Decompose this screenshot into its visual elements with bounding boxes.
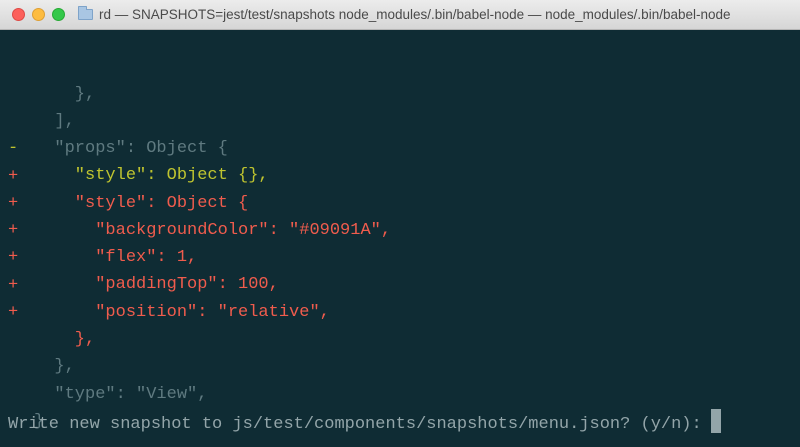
diff-code-added: "paddingTop": 100, xyxy=(34,275,279,294)
diff-line: ], xyxy=(0,54,74,131)
terminal-window: rd — SNAPSHOTS=jest/test/snapshots node_… xyxy=(0,0,800,447)
text-cursor[interactable] xyxy=(710,409,721,433)
zoom-icon[interactable] xyxy=(52,8,65,21)
diff-line-added: + "flex": 1, xyxy=(0,190,197,267)
prompt-text: Write new snapshot to js/test/components… xyxy=(8,415,702,434)
diff-line-removed: - "style": Object {}, xyxy=(0,108,269,185)
diff-code-added: "position": "relative", xyxy=(34,303,330,322)
diff-line-added: + "style": Object { xyxy=(0,136,248,213)
diff-code: "props": Object { xyxy=(34,139,228,158)
snapshot-prompt[interactable]: Write new snapshot to js/test/components… xyxy=(8,409,721,436)
folder-icon xyxy=(78,6,93,20)
diff-code-added: "style": Object { xyxy=(34,194,249,213)
close-icon[interactable] xyxy=(12,8,25,21)
diff-line-added: + "paddingTop": 100, xyxy=(0,217,279,294)
diff-code-removed: "style": Object {}, xyxy=(34,166,269,185)
diff-line-added: + "position": "relative", xyxy=(0,245,330,322)
diff-code-added: "backgroundColor": "#09091A", xyxy=(34,221,392,240)
diff-line: "type": "View", xyxy=(0,327,207,404)
diff-line: "props": Object { xyxy=(0,81,227,158)
terminal-output[interactable]: }, ], "props": Object { - "style": Objec… xyxy=(0,30,800,447)
diff-line-added: + "backgroundColor": "#09091A", xyxy=(0,163,391,240)
diff-line: }, xyxy=(0,299,74,376)
diff-line: } xyxy=(0,354,61,431)
diff-line: }, xyxy=(0,27,95,104)
minimize-icon[interactable] xyxy=(32,8,45,21)
window-title: rd — SNAPSHOTS=jest/test/snapshots node_… xyxy=(99,7,731,22)
diff-line-added: + }, xyxy=(0,272,95,349)
title-bar[interactable]: rd — SNAPSHOTS=jest/test/snapshots node_… xyxy=(0,0,800,30)
